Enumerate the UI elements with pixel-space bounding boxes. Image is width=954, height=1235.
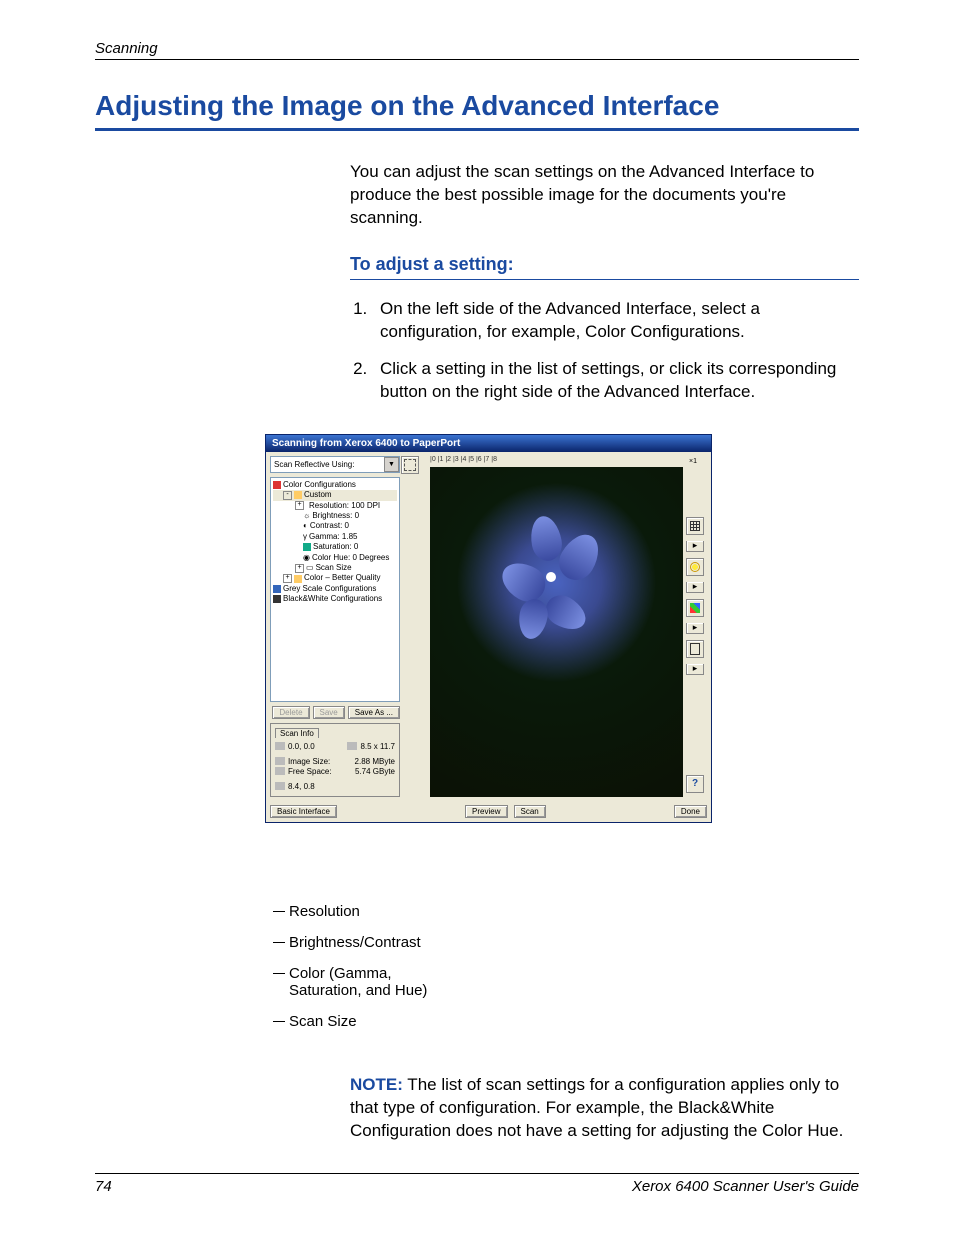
scan-size-button[interactable]: [686, 640, 704, 658]
config-tree[interactable]: Color Configurations -Custom +Resolution…: [270, 477, 400, 702]
running-header: Scanning: [95, 40, 859, 60]
tree-item: γGamma: 1.85: [273, 532, 397, 542]
zoom-column: [404, 456, 416, 797]
save-button[interactable]: Save: [313, 706, 345, 719]
delete-button[interactable]: Delete: [272, 706, 309, 719]
subsection-heading: To adjust a setting:: [350, 252, 859, 280]
combo-label: Scan Reflective Using:: [271, 460, 384, 469]
tree-item: +▭Scan Size: [273, 563, 397, 573]
window-body: Scan Reflective Using: ▼ Color Configura…: [266, 452, 711, 801]
color-expand[interactable]: ▸: [686, 623, 704, 634]
help-button[interactable]: [686, 775, 704, 793]
brightness-expand[interactable]: ▸: [686, 582, 704, 593]
preview-button[interactable]: Preview: [465, 805, 507, 818]
window-titlebar: Scanning from Xerox 6400 to PaperPort: [266, 435, 711, 452]
tree-item: ◐Contrast: 0: [273, 521, 397, 531]
tree-better: +Color – Better Quality: [273, 573, 397, 583]
tree-item: ◉Color Hue: 0 Degrees: [273, 553, 397, 563]
preview-pane: |0 |1 |2 |3 |4 |5 |6 |7 |8 ×1: [420, 456, 707, 797]
tree-bw: Black&White Configurations: [273, 594, 397, 604]
resolution-button[interactable]: [686, 517, 704, 535]
callout-color-line2: Saturation, and Hue): [273, 982, 427, 999]
section-title: Adjusting the Image on the Advanced Inte…: [95, 90, 859, 131]
intro-paragraph: You can adjust the scan settings on the …: [350, 161, 859, 230]
scan-button[interactable]: Scan: [514, 805, 546, 818]
tree-item: Saturation: 0: [273, 542, 397, 552]
tree-buttons: Delete Save Save As ...: [270, 706, 400, 719]
page-footer: 74 Xerox 6400 Scanner User's Guide: [95, 1173, 859, 1195]
tree-root: Color Configurations: [273, 480, 397, 490]
tree-custom: -Custom: [273, 490, 397, 500]
preview-canvas[interactable]: [430, 467, 683, 797]
zoom-tool-icon[interactable]: [401, 456, 419, 474]
guide-title: Xerox 6400 Scanner User's Guide: [632, 1178, 859, 1195]
left-pane: Scan Reflective Using: ▼ Color Configura…: [270, 456, 400, 797]
callout-resolution: Resolution: [273, 903, 427, 920]
steps-list: On the left side of the Advanced Interfa…: [350, 298, 859, 404]
window-bottom-bar: Basic Interface Preview Scan Done: [266, 801, 711, 822]
scan-info-tab[interactable]: Scan Info: [275, 728, 319, 738]
right-toolbar: ▸ ▸ ▸ ▸: [683, 467, 707, 797]
scanner-window: Scanning from Xerox 6400 to PaperPort Sc…: [265, 434, 712, 823]
color-button[interactable]: [686, 599, 704, 617]
note-text: The list of scan settings for a configur…: [350, 1075, 843, 1140]
basic-interface-button[interactable]: Basic Interface: [270, 805, 337, 818]
ruler-vertical: [420, 467, 430, 797]
step-item: Click a setting in the list of settings,…: [372, 358, 859, 404]
callout-color: Color (Gamma,: [273, 965, 427, 982]
callout-scansize: Scan Size: [273, 1013, 427, 1030]
scan-size-expand[interactable]: ▸: [686, 664, 704, 675]
zoom-label: ×1: [679, 456, 707, 467]
tree-item: ☼Brightness: 0: [273, 511, 397, 521]
scan-mode-combo[interactable]: Scan Reflective Using: ▼: [270, 456, 400, 473]
chevron-down-icon[interactable]: ▼: [384, 457, 399, 472]
note-block: NOTE: The list of scan settings for a co…: [350, 1074, 859, 1143]
tree-grey: Grey Scale Configurations: [273, 584, 397, 594]
figure: Scanning from Xerox 6400 to PaperPort Sc…: [265, 434, 859, 1044]
ruler-horizontal: |0 |1 |2 |3 |4 |5 |6 |7 |8: [430, 456, 679, 466]
note-label: NOTE:: [350, 1075, 403, 1094]
page-number: 74: [95, 1178, 112, 1195]
save-as-button[interactable]: Save As ...: [348, 706, 400, 719]
page: Scanning Adjusting the Image on the Adva…: [0, 0, 954, 1235]
callout-brightness: Brightness/Contrast: [273, 934, 427, 951]
tree-item: +Resolution: 100 DPI: [273, 501, 397, 511]
done-button[interactable]: Done: [674, 805, 707, 818]
callout-column: Resolution Brightness/Contrast Color (Ga…: [273, 823, 427, 1044]
ruler-corner: [420, 456, 430, 466]
resolution-expand[interactable]: ▸: [686, 541, 704, 552]
brightness-button[interactable]: [686, 558, 704, 576]
body-column: You can adjust the scan settings on the …: [350, 161, 859, 404]
step-item: On the left side of the Advanced Interfa…: [372, 298, 859, 344]
scan-info-panel: Scan Info 0.0, 0.08.5 x 11.7 Image Size:…: [270, 723, 400, 797]
note-paragraph: NOTE: The list of scan settings for a co…: [350, 1074, 859, 1143]
